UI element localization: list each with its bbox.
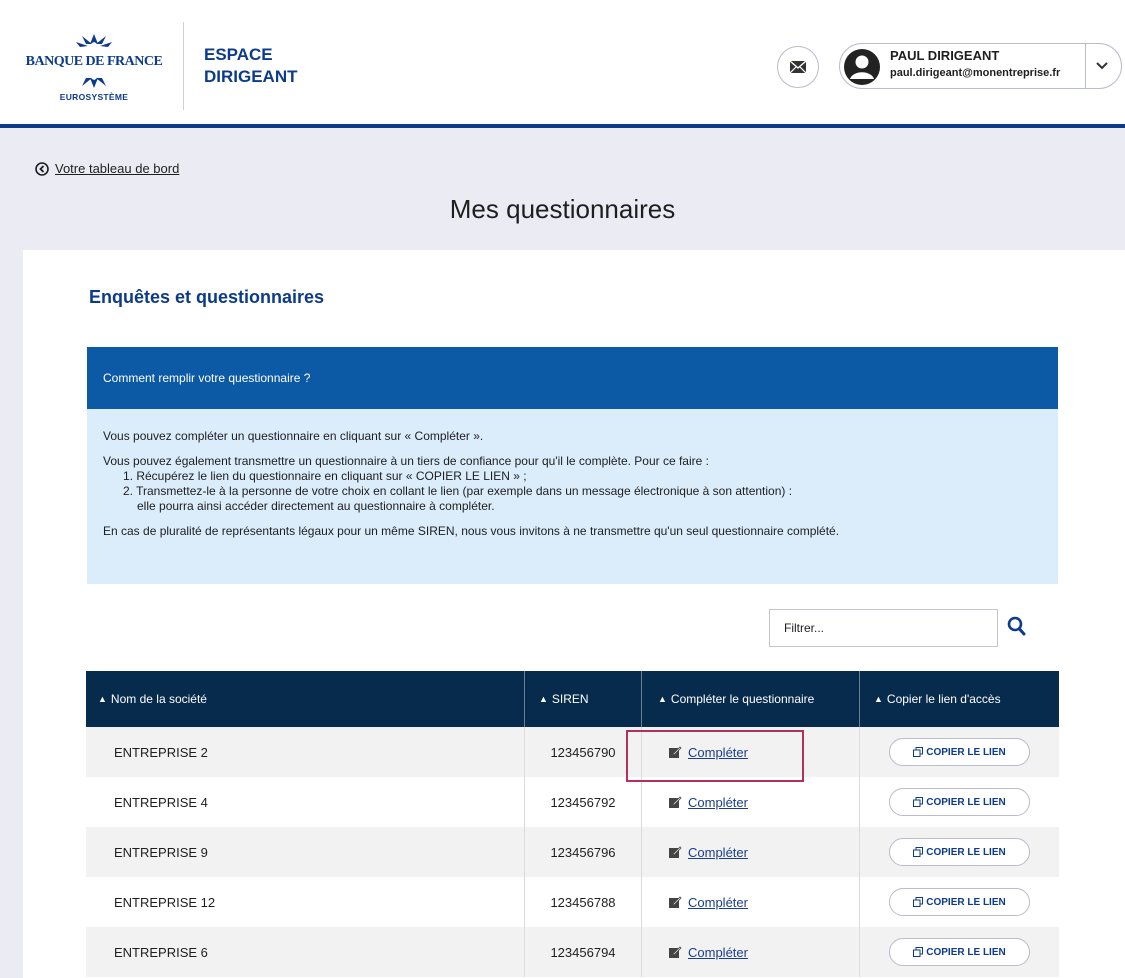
section-title: Enquêtes et questionnaires <box>89 287 325 307</box>
column-header-complete[interactable]: ▲︎ Compléter le questionnaire <box>642 671 860 727</box>
info-paragraph-1: Vous pouvez compléter un questionnaire e… <box>103 429 484 443</box>
chevron-down-icon[interactable] <box>1094 58 1110 74</box>
header-divider <box>183 22 184 110</box>
complete-link[interactable]: Compléter <box>688 895 748 910</box>
company-name: ENTREPRISE 2 <box>86 727 525 777</box>
siren-value: 123456794 <box>525 927 642 977</box>
copy-icon <box>913 747 924 757</box>
copy-icon <box>913 847 924 857</box>
copy-link-label: COPIER LE LIEN <box>926 896 1006 908</box>
info-step-2: 2. Transmettez-le à la personne de votre… <box>123 484 793 498</box>
top-header: BANQUE DE FRANCE EUROSYSTÈME ESPACE DIRI… <box>0 0 1125 128</box>
copy-icon <box>913 797 924 807</box>
back-link-label: Votre tableau de bord <box>55 161 180 176</box>
company-name: ENTREPRISE 6 <box>86 927 525 977</box>
siren-value: 123456788 <box>525 877 642 927</box>
copy-cell: COPIER LE LIEN <box>860 927 1059 977</box>
copy-link-label: COPIER LE LIEN <box>926 796 1006 808</box>
siren-value: 123456790 <box>525 727 642 777</box>
chevron-left-circle-icon <box>35 161 49 176</box>
company-name: ENTREPRISE 12 <box>86 877 525 927</box>
copy-cell: COPIER LE LIEN <box>860 727 1059 777</box>
space-title-line1: ESPACE <box>204 45 273 64</box>
company-name: ENTREPRISE 9 <box>86 827 525 877</box>
table-row: ENTREPRISE 2 123456790 Compléter COPIER … <box>86 727 1059 777</box>
banque-de-france-logo[interactable]: BANQUE DE FRANCE EUROSYSTÈME <box>14 28 174 108</box>
complete-cell: Compléter <box>642 827 860 877</box>
sort-icon: ▲︎ <box>874 694 883 704</box>
filter-input[interactable] <box>769 609 998 647</box>
copy-link-button[interactable]: COPIER LE LIEN <box>889 788 1030 816</box>
copy-link-button[interactable]: COPIER LE LIEN <box>889 888 1030 916</box>
space-title-line2: DIRIGEANT <box>204 67 298 86</box>
siren-value: 123456792 <box>525 777 642 827</box>
user-email: paul.dirigeant@monentreprise.fr <box>890 67 1061 79</box>
complete-link[interactable]: Compléter <box>688 845 748 860</box>
complete-cell: Compléter <box>642 877 860 927</box>
info-box-heading: Comment remplir votre questionnaire ? <box>87 347 1058 409</box>
copy-cell: COPIER LE LIEN <box>860 877 1059 927</box>
user-menu[interactable]: PAUL DIRIGEANT paul.dirigeant@monentrepr… <box>839 43 1122 89</box>
column-header-copy-link[interactable]: ▲︎ Copier le lien d'accès <box>860 671 1059 727</box>
sort-icon: ▲︎ <box>98 694 107 704</box>
info-step-1: 1. Récupérez le lien du questionnaire en… <box>123 469 527 483</box>
user-avatar-icon <box>844 49 880 85</box>
user-name: PAUL DIRIGEANT <box>890 48 1000 63</box>
company-name: ENTREPRISE 4 <box>86 777 525 827</box>
column-header-label: SIREN <box>551 692 589 706</box>
page-title: Mes questionnaires <box>449 194 676 224</box>
complete-cell: Compléter <box>642 777 860 827</box>
copy-link-button[interactable]: COPIER LE LIEN <box>889 738 1030 766</box>
complete-link[interactable]: Compléter <box>688 795 748 810</box>
copy-icon <box>913 897 924 907</box>
logo-main-text: BANQUE DE FRANCE <box>25 54 163 69</box>
sort-icon: ▲︎ <box>539 694 548 704</box>
copy-link-button[interactable]: COPIER LE LIEN <box>889 838 1030 866</box>
edit-icon <box>669 946 682 958</box>
column-header-siren[interactable]: ▲︎ SIREN <box>525 671 642 727</box>
search-icon[interactable] <box>1007 616 1027 638</box>
table-row: ENTREPRISE 9 123456796 Compléter COPIER … <box>86 827 1059 877</box>
complete-cell: Compléter <box>642 927 860 977</box>
edit-icon <box>669 896 682 908</box>
column-header-label: Compléter le questionnaire <box>670 692 815 706</box>
info-heading-text: Comment remplir votre questionnaire ? <box>103 371 311 385</box>
messages-button[interactable] <box>777 46 819 88</box>
envelope-icon <box>790 61 806 73</box>
back-to-dashboard-link[interactable]: Votre tableau de bord <box>35 161 179 176</box>
table-header: ▲︎ Nom de la société ▲︎ SIREN ▲︎ Complét… <box>86 671 1059 727</box>
info-paragraph-2: Vous pouvez également transmettre un que… <box>103 454 709 468</box>
questionnaires-table: ▲︎ Nom de la société ▲︎ SIREN ▲︎ Complét… <box>86 671 1059 977</box>
copy-cell: COPIER LE LIEN <box>860 827 1059 877</box>
complete-link[interactable]: Compléter <box>688 945 748 960</box>
highlight-frame <box>626 730 804 782</box>
copy-link-label: COPIER LE LIEN <box>926 946 1006 958</box>
info-paragraph-3: En cas de pluralité de représentants lég… <box>103 524 840 538</box>
user-menu-separator <box>1085 44 1086 88</box>
sort-icon: ▲︎ <box>658 694 667 704</box>
edit-icon <box>669 796 682 808</box>
logo-emblem-lower-icon <box>82 78 106 88</box>
info-box-body: Vous pouvez compléter un questionnaire e… <box>87 409 1058 584</box>
column-header-company[interactable]: ▲︎ Nom de la société <box>86 671 525 727</box>
copy-icon <box>913 947 924 957</box>
siren-value: 123456796 <box>525 827 642 877</box>
copy-cell: COPIER LE LIEN <box>860 777 1059 827</box>
table-row: ENTREPRISE 12 123456788 Compléter COPIER… <box>86 877 1059 927</box>
logo-sub-text: EUROSYSTÈME <box>59 92 129 102</box>
table-row: ENTREPRISE 6 123456794 Compléter COPIER … <box>86 927 1059 977</box>
copy-link-button[interactable]: COPIER LE LIEN <box>889 938 1030 966</box>
column-header-label: Nom de la société <box>110 692 207 706</box>
copy-link-label: COPIER LE LIEN <box>926 746 1006 758</box>
info-step-2-continued: elle pourra ainsi accéder directement au… <box>137 499 495 513</box>
table-row: ENTREPRISE 4 123456792 Compléter COPIER … <box>86 777 1059 827</box>
column-header-label: Copier le lien d'accès <box>886 692 1001 706</box>
edit-icon <box>669 846 682 858</box>
space-title: ESPACE DIRIGEANT <box>204 44 298 88</box>
main-panel: Enquêtes et questionnaires Comment rempl… <box>23 250 1125 978</box>
copy-link-label: COPIER LE LIEN <box>926 846 1006 858</box>
